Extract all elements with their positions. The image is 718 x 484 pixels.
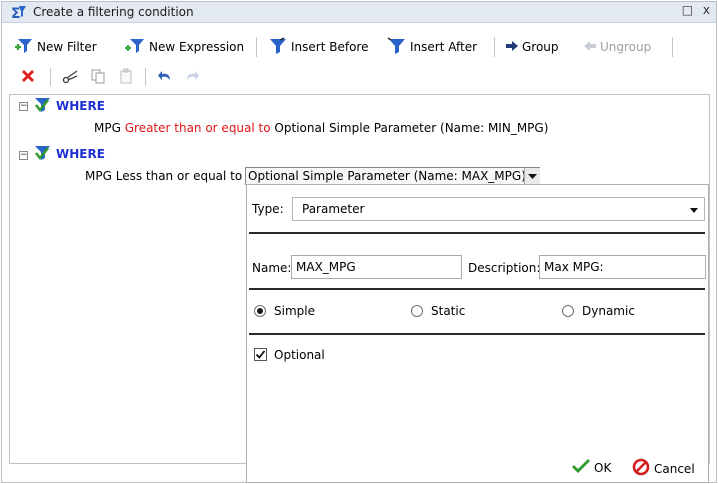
toolbar-separator <box>145 68 146 86</box>
new-expression-icon <box>124 37 149 58</box>
cut-button[interactable] <box>62 65 83 89</box>
filter-dialog: Σ Create a filtering condition □ x New F… <box>1 1 717 483</box>
type-select[interactable]: Parameter <box>292 197 705 221</box>
main-toolbar: New Filter New Expression Insert Before <box>2 35 716 61</box>
filter-sigma-icon: Σ <box>11 4 27 23</box>
insert-before-label: Insert Before <box>291 40 369 54</box>
radio-dynamic-label[interactable]: Dynamic <box>582 304 635 318</box>
toolbar-separator <box>494 37 495 57</box>
close-button[interactable]: x <box>703 3 710 17</box>
type-label: Type: <box>252 202 284 216</box>
radio-static[interactable] <box>411 305 423 317</box>
copy-icon <box>90 68 109 87</box>
collapse-toggle[interactable]: − <box>19 151 28 160</box>
restore-button[interactable]: □ <box>682 3 693 17</box>
section-divider <box>249 232 705 234</box>
condition-operator[interactable]: Greater than or equal to <box>125 121 271 135</box>
title-bar: Σ Create a filtering condition □ x <box>2 2 716 23</box>
toolbar-separator <box>672 37 673 57</box>
new-filter-button[interactable]: New Filter <box>14 35 97 59</box>
copy-button[interactable] <box>90 65 109 89</box>
redo-button[interactable] <box>184 65 203 89</box>
check-icon <box>571 458 591 477</box>
condition-operator[interactable]: Less than or equal to <box>116 169 243 183</box>
window-title: Create a filtering condition <box>33 5 194 19</box>
ok-button[interactable]: OK <box>571 458 611 477</box>
ungroup-label: Ungroup <box>600 40 652 54</box>
radio-simple[interactable] <box>254 305 266 317</box>
cancel-icon <box>632 458 650 479</box>
where-filter-icon <box>33 96 53 117</box>
insert-after-button[interactable]: Insert After <box>387 35 477 59</box>
undo-icon <box>157 68 176 87</box>
where-keyword[interactable]: WHERE <box>56 99 105 113</box>
chevron-down-icon <box>689 202 699 219</box>
description-field[interactable]: Max MPG: <box>539 255 706 279</box>
cancel-label: Cancel <box>654 461 695 476</box>
cancel-button[interactable]: Cancel <box>632 458 695 479</box>
type-value: Parameter <box>302 202 365 216</box>
where-keyword[interactable]: WHERE <box>56 147 105 161</box>
condition-row[interactable]: MPG Less than or equal to <box>85 169 242 183</box>
condition-value: Optional Simple Parameter (Name: MAX_MPG… <box>248 169 526 183</box>
arrow-left-icon <box>583 40 600 55</box>
arrow-right-icon <box>505 40 522 55</box>
optional-label[interactable]: Optional <box>274 348 325 362</box>
chevron-down-icon[interactable] <box>524 168 540 184</box>
paste-button[interactable] <box>118 65 137 89</box>
condition-value[interactable]: Optional Simple Parameter (Name: MIN_MPG… <box>274 121 548 135</box>
group-label: Group <box>522 40 559 54</box>
new-expression-label: New Expression <box>149 40 245 54</box>
undo-button[interactable] <box>157 65 176 89</box>
new-expression-button[interactable]: New Expression <box>124 35 244 59</box>
delete-button[interactable] <box>20 65 39 89</box>
optional-checkbox[interactable] <box>254 348 267 361</box>
redo-icon <box>184 68 203 87</box>
condition-field[interactable]: MPG <box>94 121 121 135</box>
new-filter-label: New Filter <box>37 40 97 54</box>
toolbar-separator <box>50 68 51 86</box>
section-divider <box>249 288 705 290</box>
parameter-panel: Type: Parameter Name: MAX_MPG Descriptio… <box>246 184 709 483</box>
name-label: Name: <box>252 261 292 275</box>
condition-row[interactable]: MPG Greater than or equal to Optional Si… <box>94 121 548 135</box>
ok-label: OK <box>594 460 612 475</box>
radio-static-label[interactable]: Static <box>431 304 465 318</box>
name-field[interactable]: MAX_MPG <box>291 255 462 279</box>
condition-field[interactable]: MPG <box>85 169 112 183</box>
insert-after-label: Insert After <box>410 40 478 54</box>
where-filter-icon <box>33 144 53 165</box>
delete-x-icon <box>20 68 39 87</box>
edit-toolbar <box>2 65 716 91</box>
radio-simple-label[interactable]: Simple <box>274 304 315 318</box>
toolbar-separator <box>256 37 257 57</box>
checkmark-icon <box>255 350 266 359</box>
insert-before-icon <box>268 36 291 58</box>
group-button[interactable]: Group <box>505 35 559 59</box>
insert-before-button[interactable]: Insert Before <box>268 35 368 59</box>
section-divider <box>249 333 705 335</box>
ungroup-button[interactable]: Ungroup <box>583 35 651 59</box>
scissors-icon <box>62 68 83 87</box>
insert-after-icon <box>387 36 410 58</box>
radio-dynamic[interactable] <box>562 305 574 317</box>
paste-icon <box>118 68 137 87</box>
description-label: Description: <box>468 261 541 275</box>
collapse-toggle[interactable]: − <box>19 102 28 111</box>
condition-value-dropdown[interactable]: Optional Simple Parameter (Name: MAX_MPG… <box>245 167 540 185</box>
new-filter-icon <box>14 37 37 58</box>
svg-text:Σ: Σ <box>11 6 21 20</box>
